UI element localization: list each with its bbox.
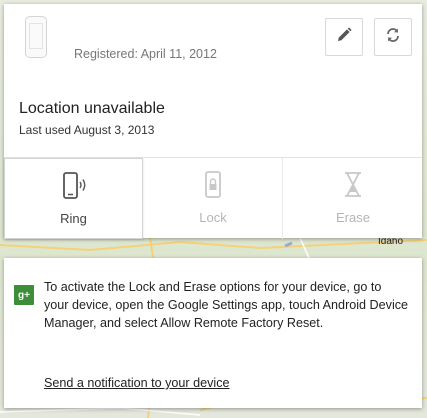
- phone-ring-icon: [59, 172, 89, 205]
- location-status: Location unavailable: [19, 100, 165, 117]
- send-notification-link[interactable]: Send a notification to your device: [44, 376, 230, 390]
- lock-button[interactable]: Lock: [144, 158, 283, 239]
- activation-info-card: g+ To activate the Lock and Erase option…: [4, 258, 422, 408]
- last-used: Last used August 3, 2013: [19, 123, 155, 137]
- pencil-icon: [335, 26, 353, 49]
- phone-lock-icon: [201, 171, 225, 204]
- erase-button[interactable]: Erase: [284, 158, 422, 239]
- refresh-icon: [384, 26, 402, 49]
- device-actions: Ring Lock Erase: [4, 157, 422, 239]
- rename-button[interactable]: [325, 18, 363, 56]
- activation-instructions: To activate the Lock and Erase options f…: [44, 280, 409, 330]
- ring-label: Ring: [60, 211, 87, 226]
- device-thumbnail: [25, 16, 47, 58]
- lock-label: Lock: [199, 210, 227, 225]
- erase-label: Erase: [336, 210, 370, 225]
- device-card: Registered: April 11, 2012 Location unav…: [4, 4, 422, 239]
- google-plus-icon: g+: [14, 285, 34, 305]
- ring-button[interactable]: Ring: [4, 158, 143, 239]
- refresh-button[interactable]: [374, 18, 412, 56]
- registered-date: Registered: April 11, 2012: [74, 47, 217, 61]
- erase-icon: [341, 171, 365, 204]
